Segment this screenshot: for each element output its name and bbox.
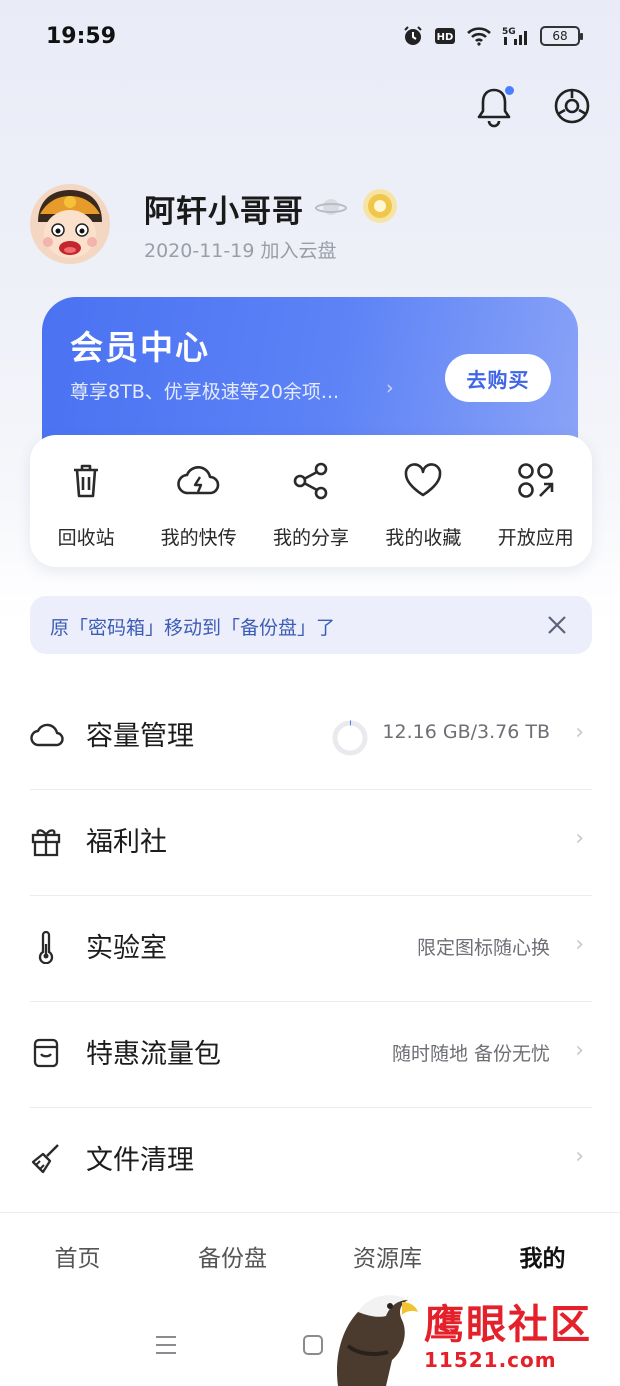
notification-dot	[505, 86, 514, 95]
watermark-title: 鹰眼社区	[424, 1301, 592, 1348]
quick-action-recycle-bin[interactable]: 回收站	[33, 459, 140, 550]
heart-icon	[405, 463, 442, 497]
menu-value: 随时随地 备份无忧	[391, 1043, 550, 1065]
svg-text:5G: 5G	[502, 27, 516, 37]
quick-action-my-shares[interactable]: 我的分享	[257, 459, 364, 550]
chevron-right-icon: ›	[575, 1144, 584, 1169]
tab-backup[interactable]: 备份盘	[155, 1213, 310, 1298]
wifi-icon	[467, 27, 491, 46]
home-icon[interactable]	[302, 1334, 324, 1356]
watermark: 鹰眼社区 11521.com	[328, 1286, 620, 1386]
menu-item-lab[interactable]: 实验室 限定图标随心换 ›	[30, 896, 592, 1002]
menu-label: 容量管理	[86, 721, 194, 752]
watermark-url: 11521.com	[424, 1348, 557, 1372]
recent-apps-icon[interactable]	[154, 1334, 178, 1356]
status-icons: HD 5G 68	[402, 25, 583, 47]
gift-icon	[31, 829, 61, 857]
status-time: 19:59	[46, 23, 117, 49]
menu-label: 实验室	[86, 933, 167, 964]
menu-item-data-package[interactable]: 特惠流量包 随时随地 备份无忧 ›	[30, 1002, 592, 1108]
quick-action-favorites[interactable]: 我的收藏	[370, 459, 477, 550]
menu-item-welfare[interactable]: 福利社 ›	[30, 790, 592, 896]
thermometer-icon	[38, 930, 54, 964]
menu-value: 限定图标随心换	[416, 937, 550, 959]
status-bar: 19:59 HD 5G 68	[0, 0, 620, 72]
menu-label: 文件清理	[86, 1145, 194, 1176]
cloud-flash-icon	[176, 465, 219, 495]
chevron-right-icon: ›	[575, 1038, 584, 1063]
hd-icon: HD	[435, 28, 455, 44]
share-icon	[293, 462, 328, 500]
apps-icon	[517, 463, 554, 498]
quick-action-label: 我的收藏	[385, 527, 462, 549]
cloud-icon	[30, 723, 64, 747]
chevron-right-icon: ›	[575, 932, 584, 957]
chevron-right-icon: ›	[575, 826, 584, 851]
chevron-right-icon: ›	[575, 720, 584, 745]
battery-indicator: 68	[540, 26, 583, 46]
vip-subtitle: 尊享8TB、优享极速等20余项...	[70, 381, 340, 403]
settings-icon[interactable]	[550, 84, 594, 128]
broom-icon	[31, 1144, 59, 1174]
quick-action-label: 我的分享	[272, 527, 349, 549]
quick-action-open-apps[interactable]: 开放应用	[482, 459, 589, 550]
medal-badge-icon[interactable]	[360, 186, 400, 226]
storage-usage-ring	[332, 720, 368, 756]
menu-item-file-cleanup[interactable]: 文件清理 ›	[30, 1108, 592, 1214]
quick-action-fast-transfer[interactable]: 我的快传	[145, 459, 252, 550]
menu-label: 福利社	[86, 827, 167, 858]
quick-action-label: 我的快传	[160, 527, 237, 549]
trash-icon	[74, 464, 99, 498]
username: 阿轩小哥哥	[144, 194, 304, 230]
vip-title: 会员中心	[70, 328, 210, 367]
notice-banner[interactable]: 原「密码箱」移动到「备份盘」了	[30, 596, 592, 654]
buy-button[interactable]: 去购买	[445, 354, 551, 402]
notice-text: 原「密码箱」移动到「备份盘」了	[50, 617, 336, 639]
profile-header[interactable]: 阿轩小哥哥 2020-11-19 加入云盘	[30, 180, 590, 270]
quick-action-label: 回收站	[57, 527, 115, 549]
close-icon[interactable]	[544, 612, 570, 638]
chevron-right-icon: ›	[386, 377, 394, 399]
tab-home[interactable]: 首页	[0, 1213, 155, 1298]
planet-badge-icon[interactable]	[314, 192, 348, 222]
svg-text:HD: HD	[437, 32, 454, 43]
quick-actions: 回收站 我的快传 我的分享 我的收藏 开放应用	[30, 435, 592, 567]
quick-action-label: 开放应用	[497, 527, 574, 549]
signal-icon: 5G	[502, 27, 527, 45]
avatar[interactable]	[30, 184, 110, 264]
alarm-icon	[404, 26, 422, 45]
eagle-logo-icon	[337, 1295, 418, 1386]
menu-label: 特惠流量包	[86, 1039, 221, 1070]
sim-icon	[33, 1038, 59, 1068]
storage-value: 12.16 GB/3.76 TB	[382, 721, 550, 743]
menu-item-storage[interactable]: 容量管理 12.16 GB/3.76 TB ›	[30, 684, 592, 790]
join-date: 2020-11-19 加入云盘	[144, 240, 337, 262]
